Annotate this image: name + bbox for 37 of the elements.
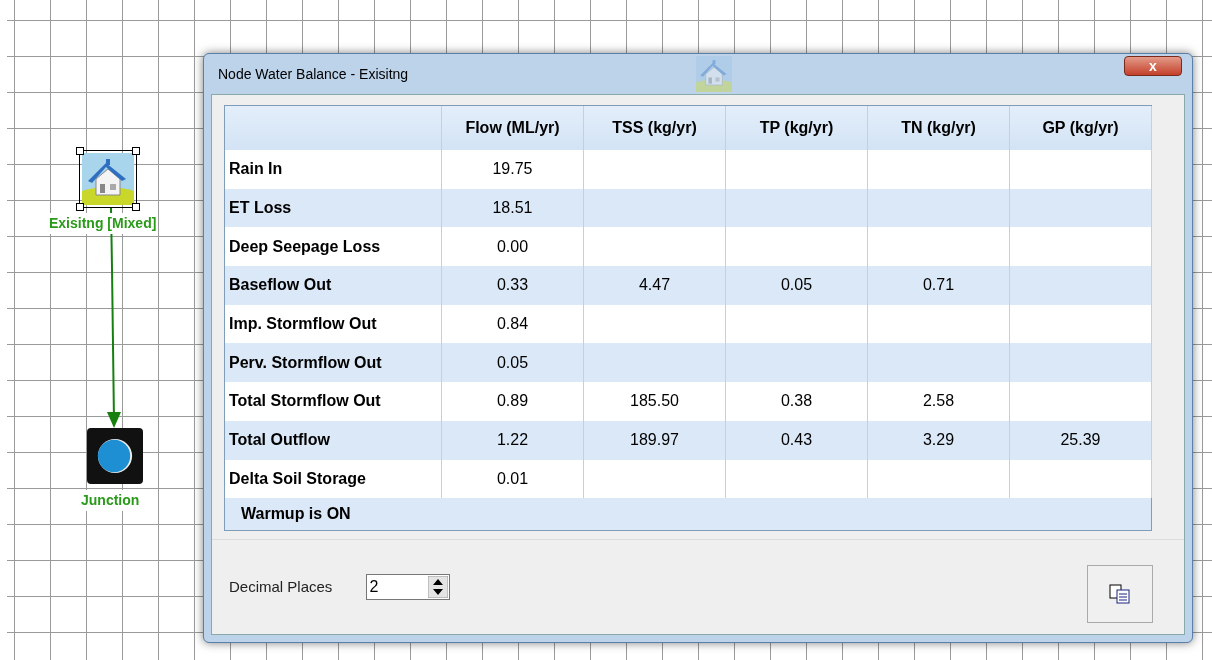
table-cell: 3.29 — [868, 420, 1010, 460]
warmup-note: Warmup is ON — [241, 504, 351, 525]
decimal-places-spinner[interactable]: 2 — [366, 574, 451, 601]
resize-handle[interactable] — [132, 147, 140, 155]
row-label: Delta Soil Storage — [225, 459, 442, 499]
junction-node[interactable] — [87, 428, 143, 484]
table-cell: 0.38 — [726, 382, 868, 421]
table-cell: 0.89 — [442, 382, 584, 421]
table-cell: 0.33 — [442, 266, 584, 305]
row-label: Rain In — [225, 150, 442, 189]
house-icon — [82, 153, 134, 205]
row-label: Total Outflow — [225, 420, 442, 460]
table-cell: 2.58 — [868, 382, 1010, 421]
copy-icon — [1109, 584, 1131, 605]
table-cell: 185.50 — [584, 382, 726, 421]
table-cell: 4.47 — [584, 266, 726, 305]
row-label: Total Stormflow Out — [225, 382, 442, 421]
close-button[interactable]: x — [1124, 56, 1182, 76]
resize-handle[interactable] — [132, 203, 140, 211]
table-cell: 0.43 — [726, 420, 868, 460]
table-cell: 1.22 — [442, 420, 584, 460]
node-label: Junction — [80, 490, 141, 511]
row-label: Baseflow Out — [225, 266, 442, 305]
table-cell: 0.05 — [726, 266, 868, 305]
resize-handle[interactable] — [76, 203, 84, 211]
table-cell: 0.71 — [868, 266, 1010, 305]
table-cell: 189.97 — [584, 420, 726, 460]
table-cell: 19.75 — [442, 150, 584, 189]
table-cell: 0.01 — [442, 459, 584, 499]
decimal-places-label: Decimal Places — [229, 576, 333, 597]
node-label: Exisitng [Mixed] — [48, 213, 158, 234]
resize-handle[interactable] — [76, 147, 84, 155]
table-cell: 25.39 — [1010, 420, 1152, 460]
spin-arrows-icon — [428, 576, 449, 599]
circle-icon — [96, 437, 134, 475]
copy-button[interactable] — [1087, 565, 1153, 624]
window-title: Node Water Balance - Exisitng — [218, 64, 409, 84]
